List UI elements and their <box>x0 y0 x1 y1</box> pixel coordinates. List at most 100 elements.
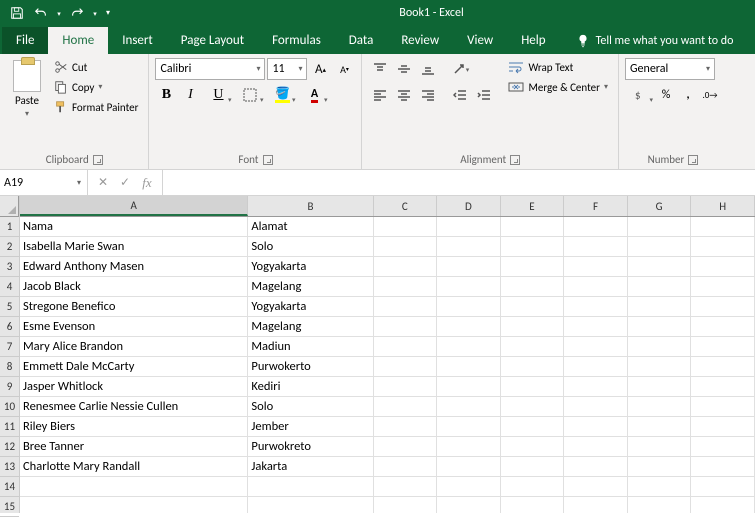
insert-function-button[interactable]: fx <box>136 170 158 195</box>
cell-D12[interactable] <box>437 437 501 457</box>
cell-H10[interactable] <box>691 397 755 417</box>
underline-button[interactable]: U <box>203 84 233 106</box>
tab-data[interactable]: Data <box>335 27 388 54</box>
cell-B4[interactable]: Magelang <box>248 277 373 297</box>
row-header[interactable]: 14 <box>0 477 19 497</box>
cell-G15[interactable] <box>628 497 692 513</box>
cell-F4[interactable] <box>564 277 628 297</box>
cell-A5[interactable]: Stregone Benefico <box>20 297 248 317</box>
font-size-select[interactable]: 11▾ <box>267 58 307 80</box>
cell-F10[interactable] <box>564 397 628 417</box>
cell-A10[interactable]: Renesmee Carlie Nessie Cullen <box>20 397 248 417</box>
cell-B7[interactable]: Madiun <box>248 337 373 357</box>
col-header-B[interactable]: B <box>248 196 373 216</box>
cell-C1[interactable] <box>374 217 438 237</box>
redo-button[interactable] <box>66 2 88 24</box>
copy-button[interactable]: Copy ▾ <box>50 78 142 96</box>
cell-F6[interactable] <box>564 317 628 337</box>
increase-indent-button[interactable] <box>472 84 496 106</box>
cell-B12[interactable]: Purwokreto <box>248 437 373 457</box>
align-bottom-button[interactable] <box>416 58 440 80</box>
cell-G3[interactable] <box>628 257 692 277</box>
tell-me-search[interactable]: Tell me what you want to do <box>572 28 738 54</box>
row-header[interactable]: 8 <box>0 357 19 377</box>
cell-A13[interactable]: Charlotte Mary Randall <box>20 457 248 477</box>
cell-H12[interactable] <box>691 437 755 457</box>
cell-H8[interactable] <box>691 357 755 377</box>
decrease-indent-button[interactable] <box>448 84 472 106</box>
cell-H2[interactable] <box>691 237 755 257</box>
cell-F5[interactable] <box>564 297 628 317</box>
qat-customize[interactable]: ▾ <box>102 2 114 24</box>
tab-view[interactable]: View <box>453 27 507 54</box>
cell-A14[interactable] <box>20 477 248 497</box>
cell-G1[interactable] <box>628 217 692 237</box>
align-top-button[interactable] <box>368 58 392 80</box>
number-format-select[interactable]: General▾ <box>625 58 715 80</box>
cell-E8[interactable] <box>501 357 565 377</box>
tab-formulas[interactable]: Formulas <box>258 27 335 54</box>
select-all-corner[interactable] <box>0 196 19 217</box>
cell-F11[interactable] <box>564 417 628 437</box>
name-box[interactable]: A19▾ <box>0 170 88 195</box>
comma-format-button[interactable]: , <box>677 84 699 106</box>
cell-C6[interactable] <box>374 317 438 337</box>
col-header-E[interactable]: E <box>501 196 565 216</box>
enter-formula-button[interactable]: ✓ <box>114 170 136 195</box>
percent-format-button[interactable]: % <box>655 84 677 106</box>
cell-E7[interactable] <box>501 337 565 357</box>
cell-B8[interactable]: Purwokerto <box>248 357 373 377</box>
row-header[interactable]: 7 <box>0 337 19 357</box>
cell-G12[interactable] <box>628 437 692 457</box>
cut-button[interactable]: Cut <box>50 58 142 76</box>
cell-F3[interactable] <box>564 257 628 277</box>
format-painter-button[interactable]: Format Painter <box>50 98 142 116</box>
cell-G11[interactable] <box>628 417 692 437</box>
cell-H7[interactable] <box>691 337 755 357</box>
row-header[interactable]: 3 <box>0 257 19 277</box>
cell-E15[interactable] <box>501 497 565 513</box>
italic-button[interactable]: I <box>179 84 201 106</box>
cell-D14[interactable] <box>437 477 501 497</box>
cell-F15[interactable] <box>564 497 628 513</box>
cell-E1[interactable] <box>501 217 565 237</box>
cell-H3[interactable] <box>691 257 755 277</box>
cell-H13[interactable] <box>691 457 755 477</box>
cell-A8[interactable]: Emmett Dale McCarty <box>20 357 248 377</box>
cell-D15[interactable] <box>437 497 501 513</box>
cell-C4[interactable] <box>374 277 438 297</box>
fill-color-button[interactable]: 🪣 <box>267 84 297 106</box>
cell-D7[interactable] <box>437 337 501 357</box>
cell-C9[interactable] <box>374 377 438 397</box>
align-left-button[interactable] <box>368 84 392 106</box>
borders-button[interactable] <box>235 84 265 106</box>
cell-D3[interactable] <box>437 257 501 277</box>
cell-C5[interactable] <box>374 297 438 317</box>
cell-D13[interactable] <box>437 457 501 477</box>
cell-G13[interactable] <box>628 457 692 477</box>
cell-E13[interactable] <box>501 457 565 477</box>
cell-F9[interactable] <box>564 377 628 397</box>
cell-E6[interactable] <box>501 317 565 337</box>
cell-A11[interactable]: Riley Biers <box>20 417 248 437</box>
cell-A15[interactable] <box>20 497 248 513</box>
cell-D5[interactable] <box>437 297 501 317</box>
cell-D1[interactable] <box>437 217 501 237</box>
cell-F1[interactable] <box>564 217 628 237</box>
cell-F12[interactable] <box>564 437 628 457</box>
bold-button[interactable]: B <box>155 84 177 106</box>
cell-F13[interactable] <box>564 457 628 477</box>
tab-home[interactable]: Home <box>48 27 108 54</box>
cell-B9[interactable]: Kediri <box>248 377 373 397</box>
cell-E5[interactable] <box>501 297 565 317</box>
cell-H11[interactable] <box>691 417 755 437</box>
number-launcher[interactable] <box>688 155 698 165</box>
font-launcher[interactable] <box>263 155 273 165</box>
cell-C8[interactable] <box>374 357 438 377</box>
cell-E12[interactable] <box>501 437 565 457</box>
increase-font-button[interactable]: A▴ <box>309 58 331 80</box>
cell-B15[interactable] <box>248 497 373 513</box>
col-header-F[interactable]: F <box>564 196 628 216</box>
cell-F8[interactable] <box>564 357 628 377</box>
row-header[interactable]: 13 <box>0 457 19 477</box>
